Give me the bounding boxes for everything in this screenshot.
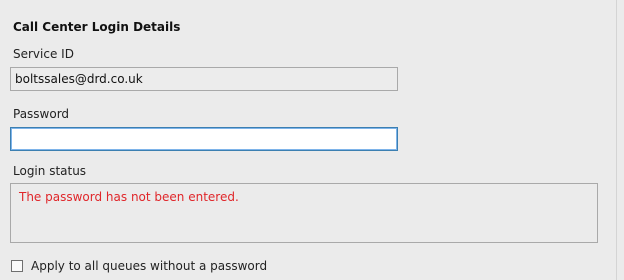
call-center-login-panel: Call Center Login Details Service ID Pas… [0, 0, 617, 280]
apply-all-row: Apply to all queues without a password [11, 259, 267, 273]
apply-all-label[interactable]: Apply to all queues without a password [31, 259, 267, 273]
service-id-label: Service ID [13, 47, 74, 61]
service-id-field[interactable] [10, 67, 398, 91]
password-field[interactable] [10, 127, 398, 151]
password-label: Password [13, 107, 70, 121]
apply-all-checkbox[interactable] [11, 260, 23, 272]
login-status-label: Login status [13, 164, 87, 178]
login-status-message: The password has not been entered. [19, 190, 239, 204]
section-title: Call Center Login Details [13, 20, 181, 34]
login-status-box: The password has not been entered. [10, 183, 598, 243]
